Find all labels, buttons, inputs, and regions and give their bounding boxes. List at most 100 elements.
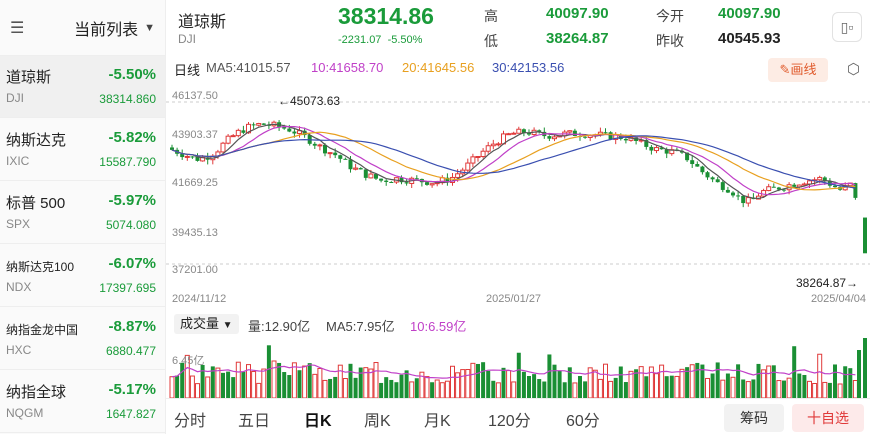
volume-bar [379,382,384,398]
volume-bar [730,376,736,398]
change-percent: -5.50% [387,34,423,46]
volume-bar [807,380,812,398]
chart-toolbar: 日线 MA5:41015.57 10:41658.70 20:41645.56 … [166,56,870,82]
candle-body [771,186,776,188]
indicator-selector[interactable]: 成交量 ▼ [174,314,239,334]
volume-bar [756,363,761,398]
volume-bar [266,345,271,398]
tab-period[interactable]: 120分 [488,407,531,431]
ma30-line [171,135,856,189]
volume-bar [287,375,292,398]
quote-header: 道琼斯 DJI 38314.86 -2231.07 -5.50% 高 40097… [166,0,870,56]
volume-bar [578,376,582,398]
candle-body [485,145,491,152]
candle-body [690,160,695,165]
candle-body [261,123,266,125]
watchlist-item[interactable]: 道琼斯 DJI -5.50% 38314.860 [0,56,165,118]
volume-bar [251,371,257,398]
volume-bar [833,364,837,398]
candle-body [404,182,409,184]
volume-bar [654,373,659,398]
volume-bar [725,373,730,398]
volume-bar [572,382,578,398]
candle-body [230,135,236,138]
volume-bar [205,376,211,398]
watchlist-item[interactable]: 纳斯达克 IXIC -5.82% 15587.790 [0,119,165,181]
volume-bar [486,370,491,398]
watchlist-title[interactable]: 当前列表 [74,16,138,40]
volume-bar [465,369,471,398]
tab-period[interactable]: 月K [424,407,451,431]
item-change-percent: -6.07% [108,255,156,272]
volume-bar [776,380,782,398]
candle-body [705,172,710,178]
item-name: 纳指全球 [6,384,67,401]
item-code: SPX [6,217,31,231]
volume-bar [282,372,287,398]
watchlist-sidebar: ☰ 当前列表 ▼ 道琼斯 DJI -5.50% 38314.860 纳斯达克 IXIC -5… [0,0,166,434]
volume-bar [231,377,236,398]
volume-bar [613,377,618,398]
candle-body [695,164,700,167]
candle-body [414,178,419,180]
candle-body [358,168,363,170]
tab-period[interactable]: 五日 [238,407,270,431]
ma20-line [171,131,856,191]
y-axis-label: 39435.13 [172,227,218,239]
candle-body [184,155,190,158]
volume-bar [189,375,195,398]
volume-bar [470,362,476,398]
ma30-value: 30:42153.56 [492,60,565,75]
watchlist-item[interactable]: 纳指金龙中国 HXC -8.87% 6880.477 [0,308,165,370]
candle-body [429,183,435,186]
volume-bar [516,352,521,398]
device-switch-icon[interactable]: ▯▫ [832,12,862,42]
candle-body [608,132,613,140]
max-price-marker: ←45073.63 [278,94,340,108]
volume-bar [843,366,848,398]
volume-bar [384,377,389,398]
tab-period[interactable]: 周K [364,407,391,431]
volume-value: 量:12.90亿 [248,319,311,334]
settings-icon[interactable]: ⬡ [847,60,860,78]
candle-body [312,143,317,146]
volume-bar [169,376,175,398]
volume-bar [271,360,277,398]
volume-bar [491,380,496,398]
item-price: 5074.080 [105,218,156,232]
candle-body [368,173,374,179]
y-axis-label: 41669.25 [172,177,218,189]
volume-bar [648,366,654,398]
draw-line-button[interactable]: ✎画线 [768,58,828,82]
y-axis-label: 43903.37 [172,129,218,141]
high-label: 高 [484,8,498,24]
item-name: 道琼斯 [6,69,52,86]
candle-body [241,130,246,133]
candle-body [256,123,262,126]
volume-bar [368,368,374,398]
add-watchlist-button[interactable]: 十自选 [792,404,864,432]
item-name: 纳斯达克 [6,132,67,149]
candlestick-chart[interactable]: 46137.50 43903.37 41669.25 39435.13 37201.00… [166,82,870,314]
volume-y-label: 6.45亿 [172,354,204,367]
watchlist-item[interactable]: 纳指全球 NQGM -5.17% 1647.827 [0,371,165,433]
volume-bar [348,363,353,398]
volume-bar [817,353,823,398]
candle-body [583,136,588,138]
caret-down-icon[interactable]: ▼ [144,22,155,34]
candle-body [287,128,292,132]
volume-bar [444,380,450,398]
tab-period[interactable]: 分时 [174,407,206,431]
tab-period[interactable]: 日K [304,407,332,431]
watchlist-item[interactable]: 标普 500 SPX -5.97% 5074.080 [0,182,165,244]
list-menu-icon[interactable]: ☰ [10,18,34,38]
candle-body [745,197,751,204]
item-price: 6880.477 [105,344,156,358]
watchlist-item[interactable]: 纳斯达克100 NDX -6.07% 17397.695 [0,245,165,307]
chips-button[interactable]: 筹码 [724,404,784,432]
volume-chart[interactable]: 6.45亿 [166,336,870,398]
item-code: NDX [6,280,32,294]
y-axis-label: 46137.50 [172,90,218,102]
tab-period[interactable]: 60分 [566,407,600,431]
volume-bar [399,374,404,398]
